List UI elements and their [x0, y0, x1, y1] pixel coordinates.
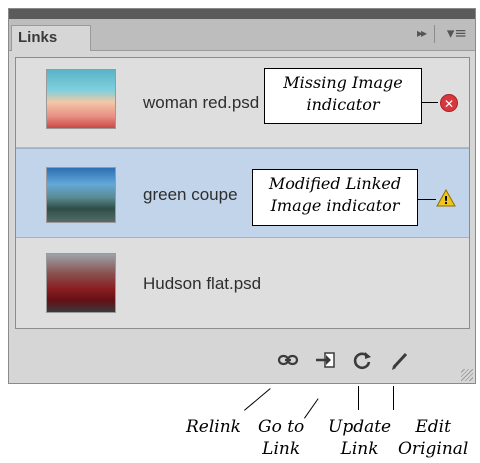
relink-icon[interactable]: [277, 349, 299, 371]
tabbar-divider: [434, 25, 435, 43]
edit-original-icon[interactable]: [389, 349, 411, 371]
resize-grip[interactable]: [461, 369, 473, 381]
label-text: Edit: [415, 417, 451, 437]
goto-leader: [304, 398, 319, 419]
update-leader: [358, 386, 359, 410]
link-filename: green coupe: [143, 185, 238, 204]
callout-connector: [418, 199, 436, 200]
goto-label: Go to Link: [258, 416, 304, 460]
thumbnail-green-coupe: [46, 167, 116, 223]
thumbnail-hudson: [46, 253, 116, 313]
missing-link-icon: ✕: [440, 94, 458, 112]
tab-links[interactable]: Links: [11, 25, 91, 51]
callout-line: Image indicator: [270, 196, 400, 215]
update-link-icon[interactable]: [351, 349, 373, 371]
link-row-hudson[interactable]: Hudson flat.psd: [16, 238, 469, 328]
label-text: Update: [328, 417, 392, 437]
panel-tab-bar: Links ▸▸ ▾≡: [9, 19, 475, 51]
panel-menu-icon[interactable]: ▾≡: [447, 24, 467, 42]
panel-toolbar: [9, 335, 475, 383]
callout-connector: [422, 102, 438, 103]
edit-leader: [393, 386, 394, 410]
missing-image-callout: Missing Image indicator: [264, 68, 422, 124]
edit-label: Edit Original: [398, 416, 468, 460]
callout-line: Missing Image: [283, 73, 403, 92]
callout-line: indicator: [306, 95, 380, 114]
modified-image-callout: Modified Linked Image indicator: [252, 169, 418, 226]
collapse-icon[interactable]: ▸▸: [417, 26, 427, 40]
label-text: Link: [340, 439, 379, 459]
label-text: Relink: [186, 417, 241, 437]
update-label: Update Link: [328, 416, 391, 460]
go-to-link-icon[interactable]: [314, 349, 336, 371]
label-text: Go to: [258, 417, 305, 437]
label-text: Original: [398, 439, 469, 459]
thumbnail-woman: [46, 69, 116, 129]
warning-glyph: !: [443, 194, 448, 207]
panel-top-strip: [9, 9, 475, 19]
relink-leader: [244, 388, 271, 411]
relink-label: Relink: [186, 416, 241, 438]
link-filename: Hudson flat.psd: [143, 274, 262, 293]
callout-line: Modified Linked: [268, 174, 402, 193]
links-list: woman red.psd Missing Image indicator ✕ …: [15, 57, 470, 329]
link-row-woman[interactable]: woman red.psd Missing Image indicator ✕: [16, 58, 469, 148]
link-row-green-coupe[interactable]: green coupe Modified Linked Image indica…: [16, 148, 469, 238]
links-panel: Links ▸▸ ▾≡ woman red.psd Missing Image …: [8, 8, 476, 384]
warning-icon: !: [436, 189, 456, 207]
link-filename: woman red.psd: [143, 93, 260, 112]
label-text: Link: [262, 439, 301, 459]
